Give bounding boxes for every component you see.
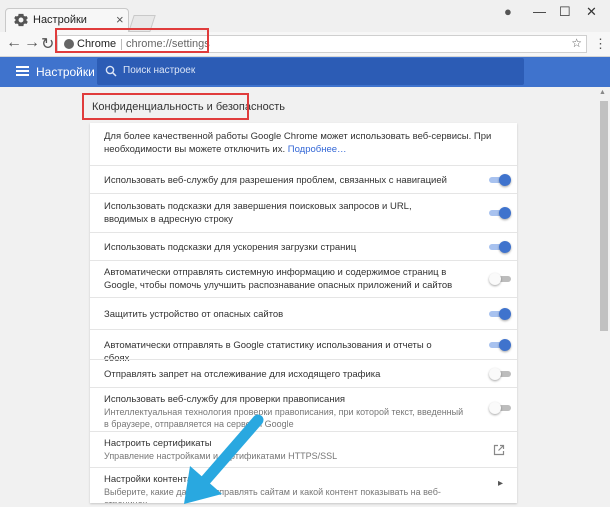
section-highlight-box	[82, 93, 249, 120]
search-input[interactable]: Поиск настроек	[97, 58, 524, 85]
search-suggestions-toggle[interactable]	[489, 207, 511, 219]
safe-browsing-report-toggle[interactable]	[489, 273, 511, 285]
setting-row[interactable]: Отправлять запрет на отслеживание для ис…	[90, 359, 517, 387]
close-window-button[interactable]: ✕	[586, 4, 597, 20]
setting-label: Отправлять запрет на отслеживание для ис…	[104, 369, 381, 380]
setting-description: Выберите, какие данные отправлять сайтам…	[104, 487, 441, 503]
minimize-button[interactable]: —	[533, 4, 546, 19]
setting-label: Использовать подсказки для ускорения заг…	[104, 242, 357, 253]
setting-label: Использовать веб-службу для проверки пра…	[104, 394, 346, 405]
address-highlight-box	[55, 28, 209, 53]
setting-description: Управление настройками и сертификатами H…	[104, 451, 338, 461]
reload-button[interactable]: ↻	[41, 34, 54, 54]
learn-more-link[interactable]: Подробнее…	[288, 144, 347, 155]
forward-button[interactable]: →	[24, 34, 40, 52]
setting-row[interactable]: Использовать веб-службу для проверки пра…	[90, 387, 517, 431]
profile-icon[interactable]: ●	[504, 4, 512, 19]
scroll-thumb[interactable]	[600, 101, 608, 331]
intro-text: Для более качественной работы Google Chr…	[104, 130, 514, 156]
tab-title: Настройки	[33, 14, 87, 26]
maximize-button[interactable]: ☐	[559, 4, 571, 20]
setting-label: Использовать подсказки для завершения по…	[104, 201, 412, 225]
external-link-icon[interactable]	[493, 444, 505, 456]
usage-stats-toggle[interactable]	[489, 339, 511, 351]
intro-row: Для более качественной работы Google Chr…	[90, 123, 517, 165]
bookmark-star-icon[interactable]: ☆	[571, 36, 582, 50]
scroll-up-icon[interactable]: ▲	[599, 89, 606, 96]
setting-row[interactable]: Настроить сертификаты Управление настрой…	[90, 431, 517, 467]
setting-row[interactable]: Автоматически отправлять системную инфор…	[90, 260, 517, 297]
setting-label: Защитить устройство от опасных сайтов	[104, 309, 284, 320]
menu-icon[interactable]	[16, 66, 29, 76]
setting-row[interactable]: Настройки контента Выберите, какие данны…	[90, 467, 517, 503]
search-placeholder: Поиск настроек	[123, 65, 196, 76]
setting-row[interactable]: Защитить устройство от опасных сайтов	[90, 297, 517, 329]
setting-row[interactable]: Автоматически отправлять в Google статис…	[90, 329, 517, 364]
setting-label: Использовать веб-службу для разрешения п…	[104, 175, 447, 186]
gear-icon	[14, 13, 28, 27]
setting-label: Настроить сертификаты	[104, 438, 212, 449]
setting-row[interactable]: Использовать подсказки для ускорения заг…	[90, 232, 517, 260]
search-icon	[105, 65, 117, 77]
prefetch-toggle[interactable]	[489, 241, 511, 253]
setting-label: Автоматически отправлять системную инфор…	[104, 267, 453, 291]
back-button[interactable]: ←	[6, 34, 22, 52]
tab-close-icon[interactable]: ×	[116, 12, 124, 27]
browser-menu-icon[interactable]: ⋮	[594, 36, 607, 52]
setting-row[interactable]: Использовать подсказки для завершения по…	[90, 193, 517, 232]
safe-browsing-toggle[interactable]	[489, 308, 511, 320]
scrollbar[interactable]: ▲	[598, 87, 610, 503]
spellcheck-toggle[interactable]	[489, 402, 511, 414]
chevron-right-icon[interactable]: ▸	[498, 478, 503, 489]
setting-row[interactable]: Использовать веб-службу для разрешения п…	[90, 165, 517, 193]
privacy-card: Для более качественной работы Google Chr…	[90, 123, 517, 503]
navigation-errors-toggle[interactable]	[489, 174, 511, 186]
do-not-track-toggle[interactable]	[489, 368, 511, 380]
setting-label: Настройки контента	[104, 474, 193, 485]
page-title: Настройки	[36, 65, 95, 79]
arrow-pointer-icon	[184, 414, 264, 504]
setting-description: Интеллектуальная технология проверки пра…	[104, 407, 464, 429]
